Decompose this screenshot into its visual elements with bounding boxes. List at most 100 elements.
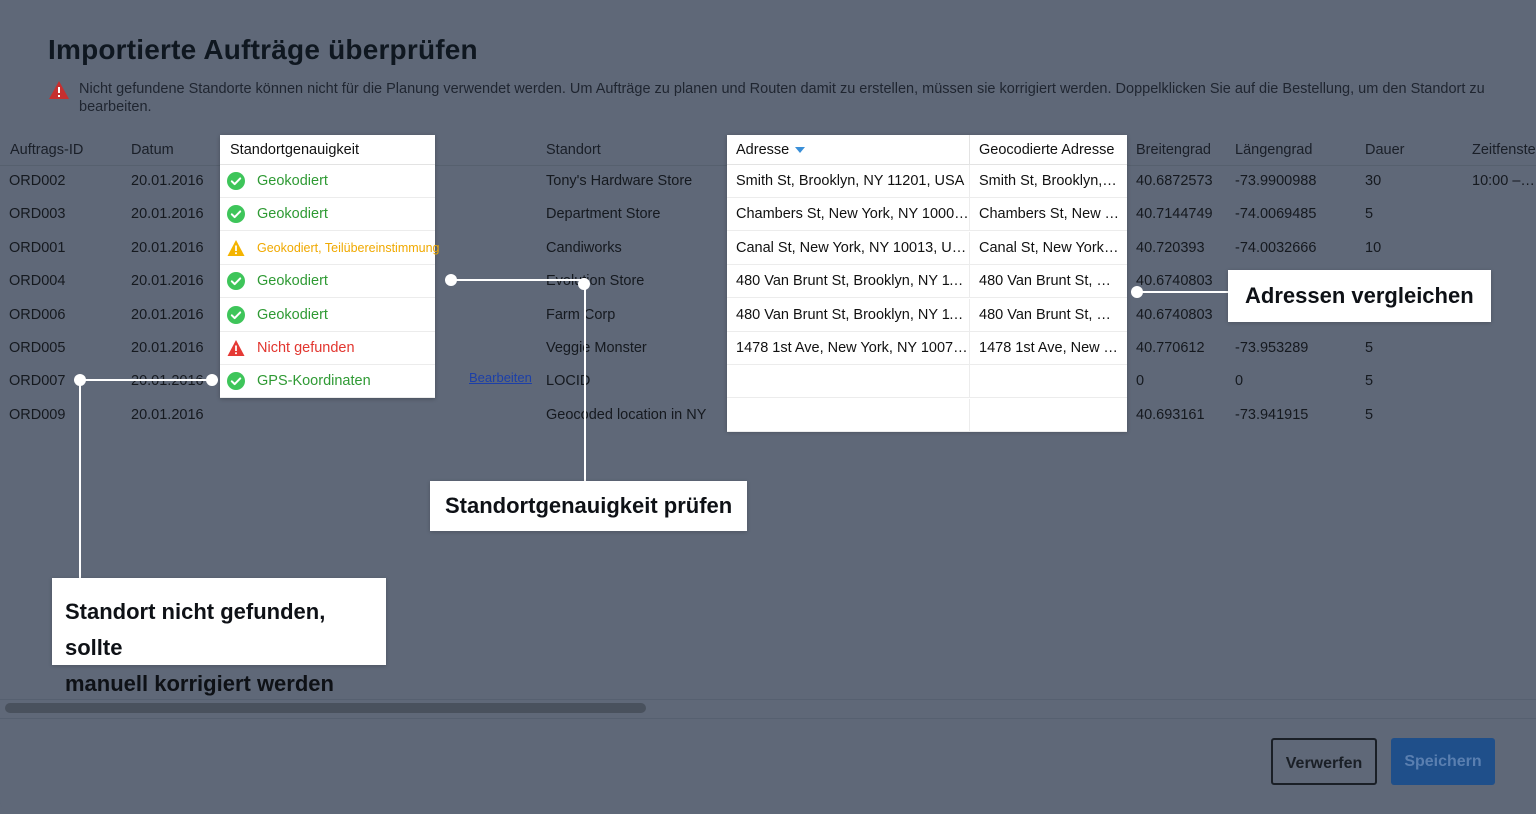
col-header-address[interactable]: Adresse bbox=[727, 135, 970, 165]
accuracy-row[interactable]: Geokodiert bbox=[220, 198, 435, 232]
longitude-cell: -74.0069485 bbox=[1235, 206, 1317, 223]
callout-anchor-dot bbox=[578, 278, 590, 290]
date-cell: 20.01.2016 bbox=[131, 206, 204, 223]
save-button[interactable]: Speichern bbox=[1391, 738, 1495, 785]
col-header-duration[interactable]: Dauer bbox=[1365, 135, 1460, 165]
address-cell: Chambers St, New York, NY 10007, USA bbox=[727, 198, 970, 232]
callout-anchor-dot bbox=[445, 274, 457, 286]
latitude-cell: 40.7144749 bbox=[1136, 206, 1213, 223]
geocoded-address-cell: Canal St, New York, NY 10013, USA bbox=[970, 232, 1127, 265]
callout-connector bbox=[79, 380, 81, 578]
check-circle-icon bbox=[227, 205, 245, 224]
geocoded-address-cell: 1478 1st Ave, New York, NY 10075, USA bbox=[970, 332, 1127, 365]
date-cell: 20.01.2016 bbox=[131, 173, 204, 189]
col-header-order-id[interactable]: Auftrags-ID bbox=[10, 135, 115, 165]
date-cell: 20.01.2016 bbox=[131, 273, 204, 290]
date-cell: 20.01.2016 bbox=[131, 306, 204, 323]
order-id-cell: ORD006 bbox=[9, 306, 66, 323]
latitude-cell: 40.770612 bbox=[1136, 340, 1205, 356]
accuracy-label: Nicht gefunden bbox=[257, 340, 355, 356]
geocoded-address-cell bbox=[970, 365, 1127, 399]
callout-check-accuracy: Standortgenauigkeit prüfen bbox=[430, 481, 748, 531]
col-header-accuracy[interactable]: Standortgenauigkeit bbox=[220, 135, 435, 165]
location-cell: Department Store bbox=[546, 206, 661, 223]
location-cell: LOCID bbox=[546, 373, 591, 390]
callout-not-found: Standort nicht gefunden, sollte manuell … bbox=[52, 578, 386, 696]
latitude-cell: 40.6872573 bbox=[1136, 173, 1213, 189]
warning-message: Nicht gefundene Standorte können nicht f… bbox=[48, 80, 1518, 116]
accuracy-label: GPS-Koordinaten bbox=[257, 373, 371, 390]
order-id-cell: ORD007 bbox=[9, 373, 66, 390]
location-cell: Evolution Store bbox=[546, 273, 645, 290]
col-header-location[interactable]: Standort bbox=[546, 135, 716, 165]
location-cell: Farm Corp bbox=[546, 306, 616, 323]
geocoded-address-cell bbox=[970, 399, 1127, 432]
address-highlight-panel: Adresse Geocodierte Adresse Smith St, Br… bbox=[727, 135, 1127, 432]
latitude-cell: 40.693161 bbox=[1136, 406, 1205, 423]
accuracy-row[interactable]: Geokodiert bbox=[220, 299, 435, 332]
location-cell: Veggie Monster bbox=[546, 340, 647, 356]
callout-connector bbox=[1137, 291, 1229, 293]
latitude-cell: 0 bbox=[1136, 373, 1145, 390]
geocoded-address-cell: 480 Van Brunt St, Brooklyn, NY 11231 bbox=[970, 299, 1127, 332]
accuracy-row[interactable]: GPS-Koordinaten bbox=[220, 365, 435, 399]
callout-anchor-dot bbox=[206, 374, 218, 386]
warning-text: Nicht gefundene Standorte können nicht f… bbox=[79, 81, 1485, 115]
col-header-time-window[interactable]: Zeitfenster bbox=[1472, 135, 1536, 165]
col-header-latitude[interactable]: Breitengrad bbox=[1136, 135, 1226, 165]
geocoded-address-cell: Smith St, Brooklyn, NY 11201, USA bbox=[970, 165, 1127, 198]
geocoded-address-cell: 480 Van Brunt St, Brooklyn, NY 11231 bbox=[970, 265, 1127, 299]
col-header-date[interactable]: Datum bbox=[131, 135, 216, 165]
callout-connector bbox=[584, 280, 586, 481]
address-cell: 480 Van Brunt St, Brooklyn, NY 11231 bbox=[727, 265, 970, 299]
check-circle-icon bbox=[227, 305, 245, 324]
accuracy-label: Geokodiert bbox=[257, 273, 328, 290]
col-header-address-label: Adresse bbox=[736, 142, 790, 158]
latitude-cell: 40.6740803 bbox=[1136, 306, 1213, 323]
duration-cell: 5 bbox=[1365, 340, 1374, 356]
callout-anchor-dot bbox=[74, 374, 86, 386]
accuracy-row[interactable]: Geokodiert bbox=[220, 265, 435, 299]
time-window-cell: 10:00 – 1... bbox=[1472, 173, 1536, 189]
accuracy-row[interactable]: Nicht gefunden bbox=[220, 332, 435, 365]
accuracy-label: Geokodiert, Teilübereinstimmung bbox=[257, 240, 440, 255]
callout-connector bbox=[451, 279, 585, 281]
date-cell: 20.01.2016 bbox=[131, 239, 204, 256]
location-cell: Geocoded location in NY bbox=[546, 406, 707, 423]
address-cell: Smith St, Brooklyn, NY 11201, USA bbox=[727, 165, 970, 198]
accuracy-row[interactable]: Geokodiert, Teilübereinstimmung bbox=[220, 232, 440, 265]
longitude-cell: -73.941915 bbox=[1235, 406, 1309, 423]
order-id-cell: ORD009 bbox=[9, 406, 66, 423]
order-id-cell: ORD001 bbox=[9, 239, 66, 256]
check-circle-icon bbox=[227, 172, 245, 190]
discard-button[interactable]: Verwerfen bbox=[1271, 738, 1377, 785]
accuracy-label: Geokodiert bbox=[257, 173, 328, 189]
duration-cell: 5 bbox=[1365, 206, 1374, 223]
accuracy-label: Geokodiert bbox=[257, 306, 328, 323]
duration-cell: 10 bbox=[1365, 239, 1382, 256]
warning-triangle-icon bbox=[227, 239, 245, 256]
latitude-cell: 40.6740803 bbox=[1136, 273, 1213, 290]
callout-compare-addresses: Adressen vergleichen bbox=[1228, 270, 1491, 322]
order-id-cell: ORD002 bbox=[9, 173, 66, 189]
col-header-geocoded-address[interactable]: Geocodierte Adresse bbox=[970, 135, 1127, 165]
col-header-longitude[interactable]: Längengrad bbox=[1235, 135, 1355, 165]
date-cell: 20.01.2016 bbox=[131, 406, 204, 423]
sort-desc-icon bbox=[795, 147, 806, 154]
duration-cell: 5 bbox=[1365, 406, 1374, 423]
latitude-cell: 40.720393 bbox=[1136, 239, 1205, 256]
check-circle-icon bbox=[227, 272, 245, 291]
date-cell: 20.01.2016 bbox=[131, 373, 204, 390]
edit-link[interactable]: Bearbeiten bbox=[469, 370, 532, 385]
location-cell: Candiworks bbox=[546, 239, 622, 256]
callout-not-found-line1: Standort nicht gefunden, sollte bbox=[65, 599, 326, 660]
scrollbar-thumb[interactable] bbox=[5, 703, 646, 713]
duration-cell: 30 bbox=[1365, 173, 1382, 189]
longitude-cell: -73.953289 bbox=[1235, 340, 1309, 356]
location-cell: Tony's Hardware Store bbox=[546, 173, 693, 189]
address-cell bbox=[727, 365, 970, 399]
address-cell: 1478 1st Ave, New York, NY 10075, USA bbox=[727, 332, 970, 365]
duration-cell: 5 bbox=[1365, 373, 1374, 390]
accuracy-row[interactable]: Geokodiert bbox=[220, 165, 435, 198]
callout-anchor-dot bbox=[1131, 286, 1143, 298]
